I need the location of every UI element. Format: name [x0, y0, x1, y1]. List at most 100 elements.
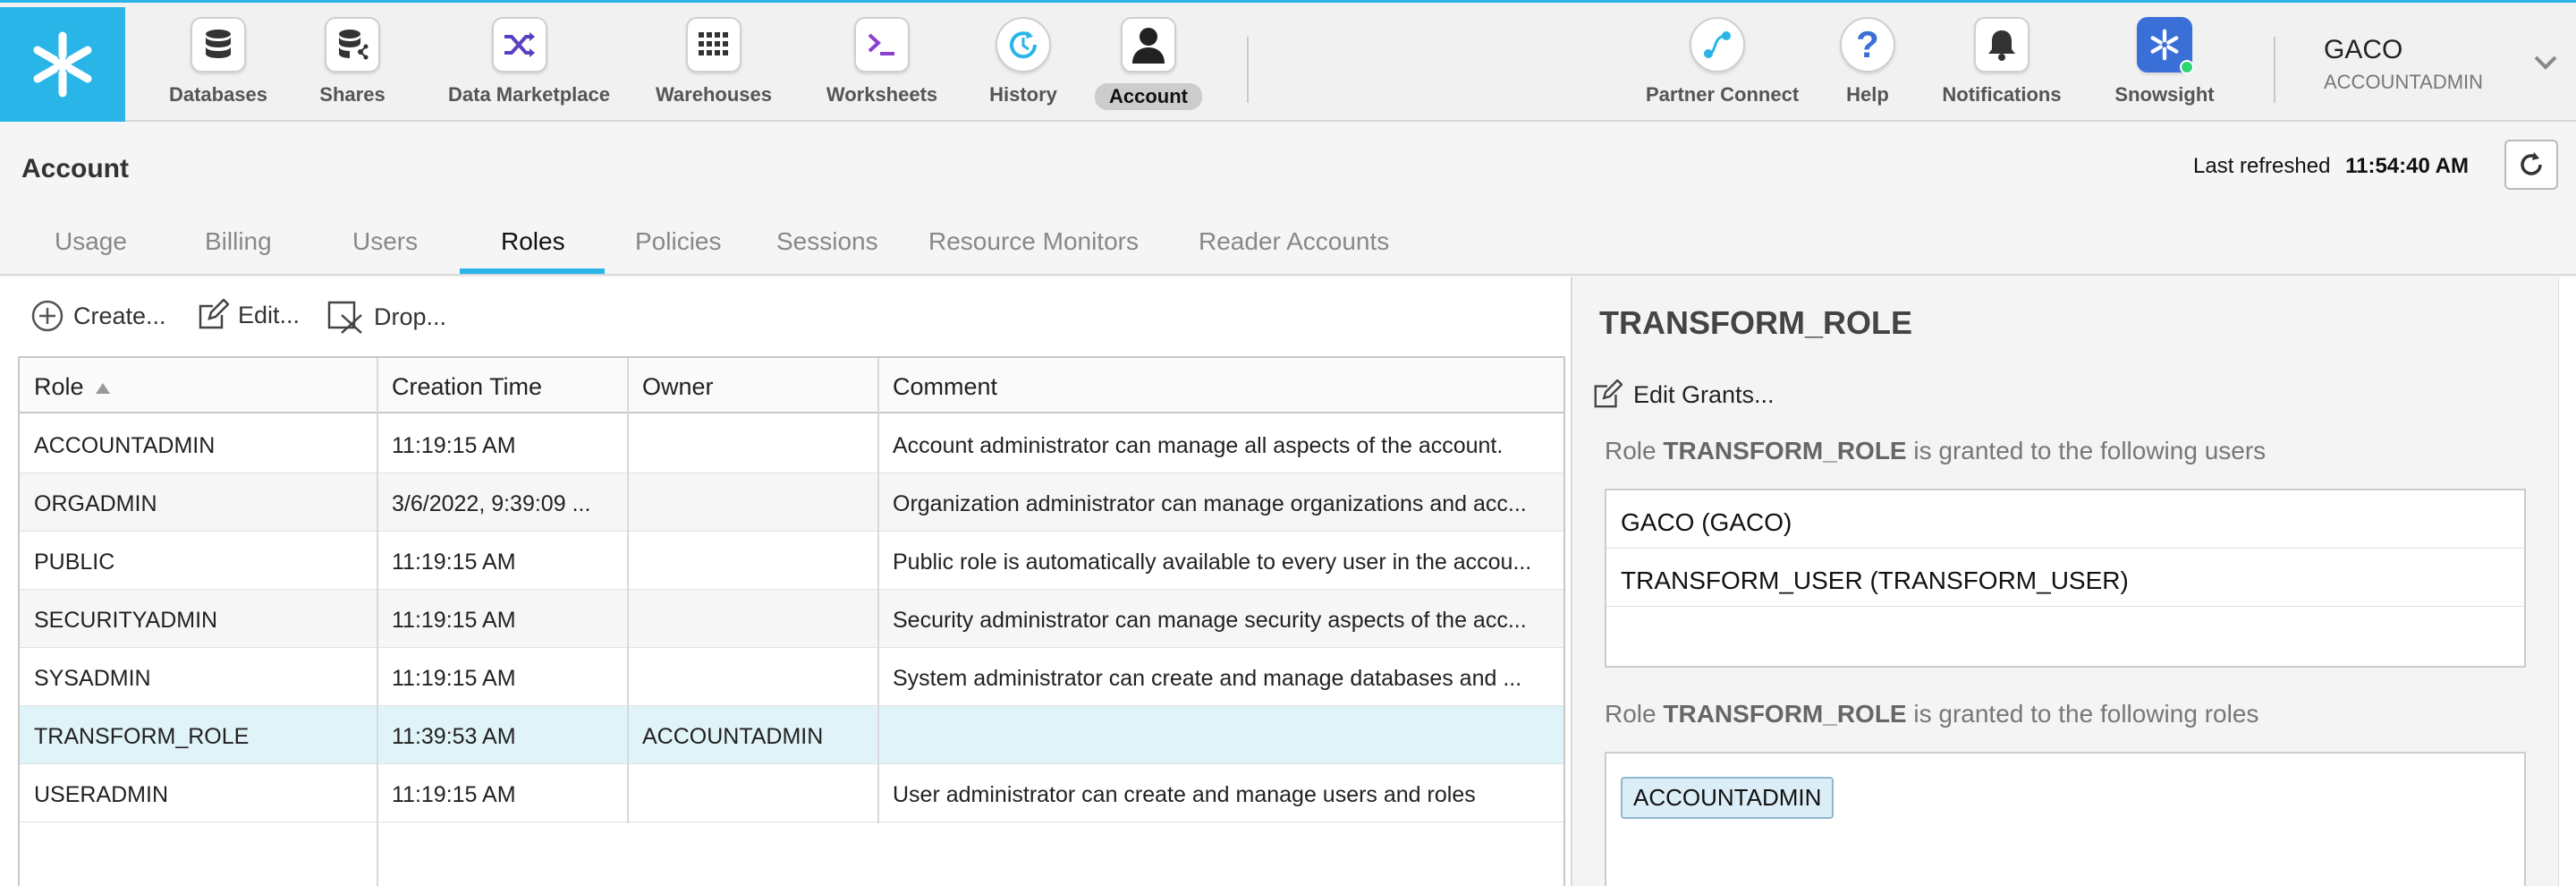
nav-shares[interactable]: Shares	[281, 17, 424, 115]
nav-partner-connect-label: Partner Connect	[1646, 83, 1800, 106]
nav-warehouses[interactable]: Warehouses	[642, 17, 785, 115]
cell-role: ORGADMIN	[34, 491, 157, 516]
nav-shares-label: Shares	[319, 83, 386, 106]
create-button[interactable]: Create...	[30, 299, 166, 333]
nav-data-marketplace[interactable]: Data Marketplace	[448, 17, 610, 115]
cell-creation-time: 11:19:15 AM	[392, 608, 516, 633]
nav-snowsight[interactable]: Snowsight	[2093, 17, 2236, 115]
roles-grant-heading: Role TRANSFORM_ROLE is granted to the fo…	[1605, 700, 2258, 728]
column-header-role-label: Role	[34, 373, 84, 400]
table-row-selected[interactable]: TRANSFORM_ROLE 11:39:53 AM ACCOUNTADMIN	[20, 706, 1563, 764]
users-grant-prefix: Role	[1605, 437, 1657, 464]
cell-comment: Organization administrator can manage or…	[893, 491, 1527, 516]
snowflake-logo[interactable]	[0, 7, 125, 122]
list-item[interactable]: GACO (GACO)	[1606, 490, 2524, 549]
user-name: GACO	[2324, 35, 2403, 64]
column-divider	[877, 358, 879, 823]
refresh-button[interactable]	[2504, 140, 2558, 190]
cell-role: USERADMIN	[34, 782, 169, 807]
table-row[interactable]: USERADMIN 11:19:15 AM User administrator…	[20, 764, 1563, 822]
roles-panel: Create... Edit... Drop... Role Creation …	[0, 277, 1572, 886]
nav-help[interactable]: ? Help	[1796, 17, 1939, 115]
cell-owner	[628, 473, 878, 531]
table-row[interactable]: PUBLIC 11:19:15 AM Public role is automa…	[20, 532, 1563, 590]
nav-partner-connect[interactable]: Partner Connect	[1646, 17, 1800, 115]
nav-databases[interactable]: Databases	[147, 17, 290, 115]
cell-comment: Security administrator can manage securi…	[893, 608, 1527, 633]
tab-usage[interactable]: Usage	[55, 227, 127, 256]
edit-icon	[1594, 379, 1623, 408]
drop-icon	[327, 301, 362, 334]
tab-billing[interactable]: Billing	[205, 227, 272, 256]
cell-creation-time: 11:19:15 AM	[392, 433, 516, 458]
page-title: Account	[21, 154, 129, 183]
table-row[interactable]: ACCOUNTADMIN 11:19:15 AM Account adminis…	[20, 415, 1563, 473]
cell-creation-time: 11:19:15 AM	[392, 549, 516, 575]
nav-history[interactable]: History	[952, 17, 1095, 115]
edit-grants-button[interactable]: Edit Grants...	[1592, 379, 1775, 410]
cell-creation-time: 11:39:53 AM	[392, 724, 516, 749]
status-dot	[2180, 60, 2194, 74]
plus-circle-icon	[31, 300, 64, 332]
nav-history-label: History	[989, 83, 1057, 106]
table-row[interactable]: ORGADMIN 3/6/2022, 9:39:09 ... Organizat…	[20, 473, 1563, 532]
snowflake-icon	[2137, 17, 2194, 74]
cell-comment: Account administrator can manage all asp…	[893, 433, 1504, 458]
users-grant-heading: Role TRANSFORM_ROLE is granted to the fo…	[1605, 437, 2266, 465]
nav-help-label: Help	[1846, 83, 1889, 106]
table-row[interactable]: SYSADMIN 11:19:15 AM System administrato…	[20, 648, 1563, 706]
last-refreshed-label: Last refreshed	[2193, 154, 2331, 178]
cell-owner: ACCOUNTADMIN	[642, 724, 824, 749]
shares-icon	[325, 17, 380, 72]
top-nav-bar: Databases Shares Data Marketplace Wareho…	[0, 0, 2576, 122]
nav-worksheets[interactable]: Worksheets	[810, 17, 953, 115]
column-divider	[627, 358, 629, 823]
nav-databases-label: Databases	[168, 83, 268, 106]
chevron-down-icon[interactable]	[2533, 55, 2558, 75]
database-icon	[191, 17, 246, 72]
user-role: ACCOUNTADMIN	[2324, 71, 2484, 93]
user-icon	[1121, 17, 1176, 72]
tab-sessions[interactable]: Sessions	[776, 227, 878, 256]
column-header-creation-time[interactable]: Creation Time	[377, 358, 628, 412]
help-icon: ?	[1840, 17, 1895, 72]
snowflake-logo-icon	[33, 31, 92, 98]
drop-button-label: Drop...	[374, 302, 447, 330]
last-refreshed: Last refreshed 11:54:40 AM	[2193, 154, 2469, 179]
nav-warehouses-label: Warehouses	[655, 83, 772, 106]
nav-divider	[1247, 37, 1249, 103]
tab-resource-monitors[interactable]: Resource Monitors	[928, 227, 1139, 256]
terminal-icon	[854, 17, 910, 72]
tab-policies[interactable]: Policies	[635, 227, 721, 256]
sort-ascending-icon	[96, 382, 111, 394]
tab-roles[interactable]: Roles	[501, 227, 565, 256]
cell-owner	[628, 648, 878, 705]
grid-icon	[686, 17, 741, 72]
roles-grant-suffix: is granted to the following roles	[1913, 700, 2259, 728]
column-header-comment[interactable]: Comment	[878, 358, 1567, 412]
user-menu[interactable]: GACO ACCOUNTADMIN	[2324, 35, 2483, 94]
edit-button[interactable]: Edit...	[197, 299, 300, 331]
cell-role: SECURITYADMIN	[34, 608, 218, 633]
nav-account-label: Account	[1095, 83, 1202, 110]
cell-comment: User administrator can create and manage…	[893, 782, 1476, 807]
cell-role: SYSADMIN	[34, 666, 151, 691]
role-detail-panel: TRANSFORM_ROLE Edit Grants... Role TRANS…	[1574, 277, 2556, 886]
edit-button-label: Edit...	[238, 301, 301, 328]
scrollbar[interactable]	[2558, 277, 2576, 886]
column-header-role[interactable]: Role	[20, 358, 377, 412]
role-chip[interactable]: ACCOUNTADMIN	[1621, 777, 1835, 819]
tab-reader-accounts[interactable]: Reader Accounts	[1199, 227, 1389, 256]
roles-grant-prefix: Role	[1605, 700, 1657, 728]
roles-table: Role Creation Time Owner Comment ACCOUNT…	[18, 356, 1565, 886]
cell-role: TRANSFORM_ROLE	[34, 724, 250, 749]
nav-notifications[interactable]: Notifications	[1930, 17, 2073, 115]
nav-account[interactable]: Account	[1077, 17, 1220, 115]
tab-users[interactable]: Users	[352, 227, 418, 256]
drop-button[interactable]: Drop...	[327, 299, 446, 335]
table-row[interactable]: SECURITYADMIN 11:19:15 AM Security admin…	[20, 590, 1563, 648]
nav-snowsight-label: Snowsight	[2114, 83, 2215, 106]
cell-role: PUBLIC	[34, 549, 115, 575]
list-item[interactable]: TRANSFORM_USER (TRANSFORM_USER)	[1606, 549, 2524, 607]
column-header-owner[interactable]: Owner	[628, 358, 878, 412]
